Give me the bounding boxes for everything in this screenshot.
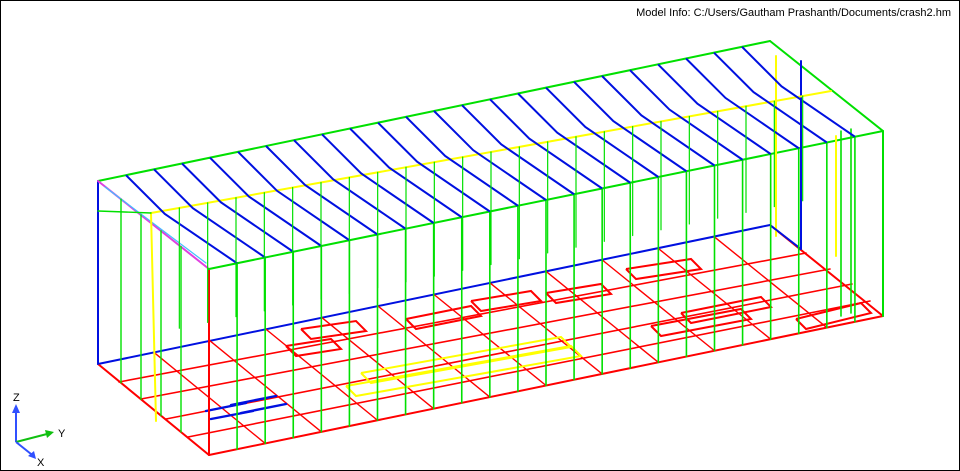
- z-axis-label: Z: [13, 392, 20, 404]
- z-axis-arrow: [12, 404, 20, 413]
- y-axis-arrow: [45, 430, 54, 438]
- y-axis-label: Y: [58, 428, 66, 440]
- axis-triad: Z Y X: [12, 392, 66, 469]
- y-axis-line: [15, 433, 48, 443]
- graphics-viewport[interactable]: Model Info: C:/Users/Gautham Prashanth/D…: [0, 0, 960, 471]
- x-axis-line: [15, 441, 32, 455]
- x-axis-label: X: [37, 457, 45, 469]
